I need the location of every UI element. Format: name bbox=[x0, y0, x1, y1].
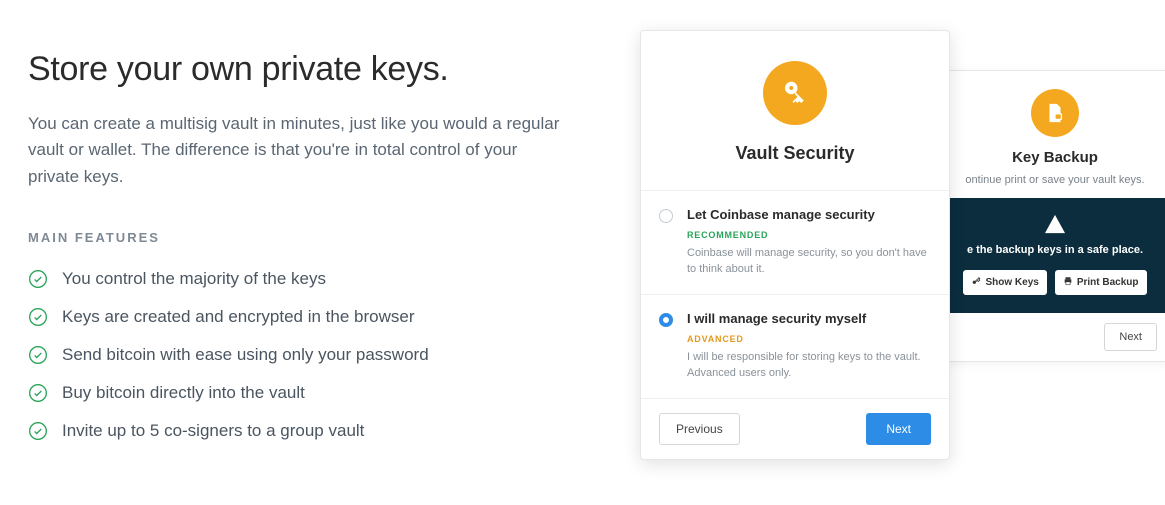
option-coinbase-managed[interactable]: Let Coinbase manage security RECOMMENDED… bbox=[641, 190, 949, 294]
option-description: Coinbase will manage security, so you do… bbox=[687, 246, 929, 278]
list-item: You control the majority of the keys bbox=[28, 269, 588, 289]
warning-icon bbox=[1044, 214, 1066, 234]
vault-security-card: Vault Security Let Coinbase manage secur… bbox=[640, 30, 950, 460]
check-icon bbox=[28, 421, 48, 441]
features-label: MAIN FEATURES bbox=[28, 230, 588, 245]
radio-icon bbox=[659, 209, 673, 223]
option-description: I will be responsible for storing keys t… bbox=[687, 350, 929, 382]
backup-title: Key Backup bbox=[955, 149, 1155, 166]
show-keys-button[interactable]: Show Keys bbox=[963, 270, 1046, 295]
list-item: Buy bitcoin directly into the vault bbox=[28, 383, 588, 403]
show-keys-label: Show Keys bbox=[985, 277, 1038, 288]
check-icon bbox=[28, 269, 48, 289]
file-lock-icon bbox=[1031, 89, 1079, 137]
key-icon bbox=[971, 276, 981, 289]
check-icon bbox=[28, 345, 48, 365]
previous-button[interactable]: Previous bbox=[659, 413, 740, 445]
check-icon bbox=[28, 383, 48, 403]
feature-text: Send bitcoin with ease using only your p… bbox=[62, 345, 429, 365]
page-heading: Store your own private keys. bbox=[28, 50, 588, 89]
print-backup-label: Print Backup bbox=[1077, 277, 1139, 288]
backup-warning-text: e the backup keys in a safe place. bbox=[953, 244, 1157, 256]
list-item: Send bitcoin with ease using only your p… bbox=[28, 345, 588, 365]
option-title: I will manage security myself bbox=[687, 311, 866, 326]
list-item: Keys are created and encrypted in the br… bbox=[28, 307, 588, 327]
page-subtext: You can create a multisig vault in minut… bbox=[28, 111, 568, 190]
vault-title: Vault Security bbox=[661, 143, 929, 164]
option-title: Let Coinbase manage security bbox=[687, 207, 875, 222]
feature-text: Buy bitcoin directly into the vault bbox=[62, 383, 305, 403]
feature-list: You control the majority of the keys Key… bbox=[28, 269, 588, 441]
key-backup-card: Key Backup ontinue print or save your va… bbox=[940, 70, 1165, 362]
backup-subtext: ontinue print or save your vault keys. bbox=[955, 174, 1155, 186]
feature-text: Invite up to 5 co-signers to a group vau… bbox=[62, 421, 364, 441]
print-backup-button[interactable]: Print Backup bbox=[1055, 270, 1147, 295]
radio-icon bbox=[659, 313, 673, 327]
backup-warning-panel: e the backup keys in a safe place. Show … bbox=[941, 198, 1165, 313]
screenshot-cards: Key Backup ontinue print or save your va… bbox=[640, 16, 1140, 496]
key-icon bbox=[763, 61, 827, 125]
next-button[interactable]: Next bbox=[866, 413, 931, 445]
backup-next-button[interactable]: Next bbox=[1104, 323, 1157, 351]
print-icon bbox=[1063, 276, 1073, 289]
list-item: Invite up to 5 co-signers to a group vau… bbox=[28, 421, 588, 441]
check-icon bbox=[28, 307, 48, 327]
advanced-badge: ADVANCED bbox=[687, 334, 744, 344]
feature-text: You control the majority of the keys bbox=[62, 269, 326, 289]
recommended-badge: RECOMMENDED bbox=[687, 230, 768, 240]
option-self-managed[interactable]: I will manage security myself ADVANCED I… bbox=[641, 294, 949, 398]
feature-text: Keys are created and encrypted in the br… bbox=[62, 307, 414, 327]
